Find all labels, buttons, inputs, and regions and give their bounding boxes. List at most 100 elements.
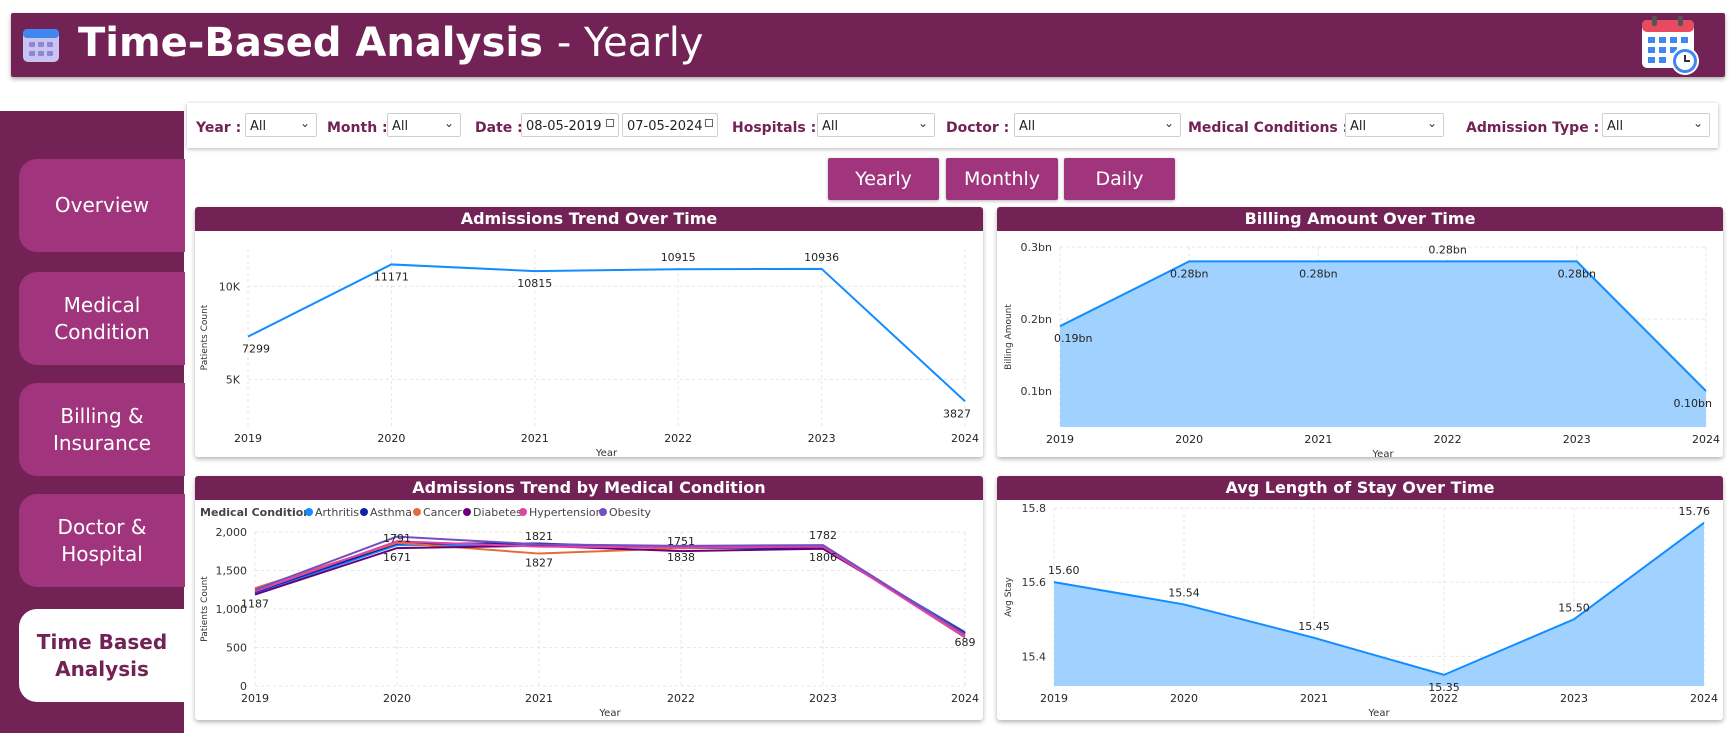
tab-yearly[interactable]: Yearly [828,158,939,200]
x-tick-label: 2020 [377,432,405,445]
chevron-down-icon: ⌄ [917,116,928,130]
billing-amount-panel: Billing Amount Over Time 0.1bn 0.2bn 0.3bn… [997,207,1723,457]
x-tick-label: 2021 [525,692,553,705]
legend-marker [305,508,313,516]
x-tick-label: 2020 [1175,433,1203,446]
filter-bar: Year : All ⌄ Month : All ⌄ Date : 08-05-20… [187,103,1718,148]
data-label: 0.28bn [1299,267,1337,280]
admission-filter[interactable]: All ⌄ [1602,113,1710,137]
year-filter[interactable]: All ⌄ [245,113,317,137]
year-filter-value: All [250,119,267,134]
chart-title: Billing Amount Over Time [997,207,1723,231]
tab-monthly[interactable]: Monthly [946,158,1058,200]
legend-item: Cancer [423,506,462,519]
data-label: 1821 [525,530,553,543]
x-tick-label: 2019 [234,432,262,445]
admission-filter-label: Admission Type : [1466,120,1600,136]
data-label: 7299 [242,343,270,356]
nav-label-line1: Overview [54,193,150,217]
nav-medical-condition[interactable]: Medical Condition [19,272,185,365]
legend-marker [519,508,527,516]
legend-marker [413,508,421,516]
hospitals-filter-value: All [822,119,839,134]
data-label: 15.54 [1168,586,1200,599]
tab-daily[interactable]: Daily [1064,158,1175,200]
area-fill [1054,522,1704,686]
data-label: 15.45 [1298,620,1330,633]
nav-label-line1: Time Based [36,629,168,654]
x-tick-label: 2019 [1046,433,1074,446]
y-axis-title: Patients Count [200,304,210,370]
x-tick-label: 2023 [808,432,836,445]
date-start-input[interactable]: 08-05-2019 [521,113,619,137]
condition-trend-chart: Medical Condition Arthritis Asthma Cancer Di… [200,506,979,719]
y-tick-label: 15.8 [1022,502,1047,515]
admissions-trend-chart: 5K 10K 2019 2020 2021 2022 2023 2024 Year Patient… [200,249,979,457]
x-tick-label: 2023 [1560,692,1588,705]
date-end-input[interactable]: 07-05-2024 [622,113,718,137]
x-axis-title: Year [1371,449,1394,457]
x-axis-title: Year [1367,708,1390,719]
admission-filter-value: All [1607,119,1624,134]
nav-label-line2: Analysis [55,656,149,681]
nav-label-line2: Insurance [52,430,152,455]
chevron-down-icon: ⌄ [1426,116,1437,130]
month-filter-label: Month : [327,120,388,136]
data-label: 10815 [517,277,552,290]
y-tick-label: 0.1bn [1021,385,1052,398]
avg-stay-chart: 15.4 15.6 15.8 2019 2020 2021 2022 2023 2024 Year… [1004,502,1718,719]
chart-title: Admissions Trend Over Time [195,207,983,231]
legend-item: Obesity [609,506,652,519]
data-label: 0.10bn [1674,397,1712,410]
doctor-filter[interactable]: All ⌄ [1014,113,1181,137]
y-axis-title: Billing Amount [1004,304,1014,370]
nav-label-line2: Condition [54,319,150,344]
month-filter[interactable]: All ⌄ [387,113,461,137]
y-tick-label: 15.6 [1022,576,1047,589]
nav-label-line1: Medical [63,292,141,317]
chevron-down-icon: ⌄ [443,116,454,130]
data-label: 15.60 [1048,564,1080,577]
data-label: 1187 [241,598,269,611]
legend-item: Diabetes [473,506,522,519]
hospitals-filter[interactable]: All ⌄ [817,113,935,137]
nav-label-line2: Hospital [61,541,143,566]
data-label: 0.28bn [1170,267,1208,280]
conditions-filter[interactable]: All ⌄ [1345,113,1444,137]
data-label: 15.76 [1679,505,1711,518]
data-label: 1782 [809,529,837,542]
data-label: 15.35 [1428,681,1460,694]
y-tick-label: 0.3bn [1021,241,1052,254]
nav-doctor-hospital[interactable]: Doctor & Hospital [19,494,185,587]
y-tick-label: 10K [219,280,241,293]
data-label: 1791 [383,532,411,545]
data-label: 0.28bn [1558,267,1596,280]
legend-item: Arthritis [315,506,359,519]
nav-billing-insurance[interactable]: Billing & Insurance [19,383,185,476]
x-tick-label: 2022 [1430,692,1458,705]
x-tick-label: 2023 [809,692,837,705]
data-label: 10936 [804,251,839,264]
billing-amount-chart: 0.1bn 0.2bn 0.3bn 2019 2020 2021 2022 2023 2024 Y… [1004,241,1720,457]
x-tick-label: 2021 [1300,692,1328,705]
hospitals-filter-label: Hospitals : [732,120,817,136]
area-fill [1060,261,1706,427]
nav-label-line1: Billing & [60,403,144,428]
x-tick-label: 2024 [951,432,979,445]
avg-stay-panel: Avg Length of Stay Over Time 15.4 15.6 15.… [997,476,1723,720]
date-filter-label: Date : [475,120,523,136]
nav-overview[interactable]: Overview [19,159,185,252]
legend-marker [463,508,471,516]
legend-marker [360,508,368,516]
x-tick-label: 2020 [383,692,411,705]
data-label: 1671 [383,551,411,564]
nav-time-based-analysis[interactable]: Time Based Analysis [19,609,185,702]
data-label: 689 [955,636,976,649]
data-label: 1827 [525,557,553,570]
y-axis-title: Patients Count [200,576,210,642]
nav-label-line1: Doctor & [57,514,147,539]
x-tick-label: 2024 [1690,692,1718,705]
legend-marker [599,508,607,516]
x-tick-label: 2022 [1434,433,1462,446]
doctor-filter-value: All [1019,119,1036,134]
